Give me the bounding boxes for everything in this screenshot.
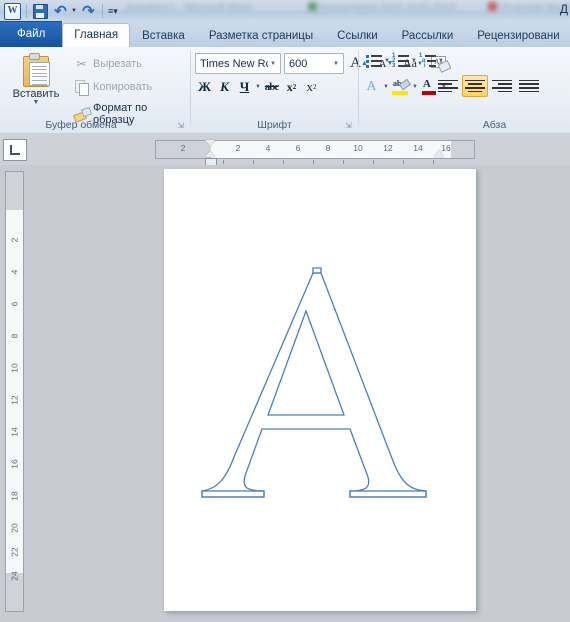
tab-stop-selector[interactable] xyxy=(3,139,27,161)
align-justify-button[interactable] xyxy=(516,75,542,97)
ribbon: Вставить ▼ ✂ Вырезать Копировать Формат … xyxy=(0,47,570,134)
copy-button[interactable]: Копировать xyxy=(74,79,153,96)
copy-label: Копировать xyxy=(93,80,153,93)
horizontal-ruler[interactable]: 2 2 4 6 8 10 12 14 16 xyxy=(155,140,475,166)
ruler-v-label: 6 xyxy=(9,301,20,307)
group-label-clipboard: Буфер обмена xyxy=(45,119,117,131)
align-right-button[interactable] xyxy=(489,75,515,97)
scissors-icon: ✂ xyxy=(76,56,87,71)
ruler-v-label: 22 xyxy=(9,547,20,557)
numbering-icon[interactable]: 1 2 3 xyxy=(392,53,409,69)
tab-mailings[interactable]: Рассылки xyxy=(390,24,466,47)
undo-icon[interactable]: ↶ xyxy=(52,3,69,20)
ruler-h-label: 8 xyxy=(325,143,331,153)
customize-qat-icon[interactable]: ≡▾ xyxy=(108,6,118,17)
divider xyxy=(101,4,103,18)
save-icon[interactable] xyxy=(32,3,49,20)
right-indent-marker[interactable] xyxy=(434,150,444,157)
chevron-down-icon[interactable]: ▼ xyxy=(8,99,64,106)
left-tab-icon xyxy=(10,145,20,155)
group-font: Times New Rc ▼ 600 ▼ A ▲ A ▼ Aa ▼ Aa Ж К… xyxy=(191,47,452,133)
clipboard-dialog-launcher-icon[interactable]: ⇲ xyxy=(177,121,184,130)
title-bar: W ↶ ▼ ↷ ≡▾ Документ1 - Microsoft Word Бу… xyxy=(0,0,570,23)
divider xyxy=(26,4,27,18)
document-page[interactable] xyxy=(164,169,476,611)
strikethrough-button[interactable]: abc xyxy=(262,77,281,97)
tab-file[interactable]: Файл xyxy=(0,21,63,47)
multilevel-list-dropdown-icon[interactable]: ▼ xyxy=(438,58,444,64)
copy-icon xyxy=(74,79,89,96)
tab-home[interactable]: Главная xyxy=(62,23,131,47)
hanging-indent-marker[interactable] xyxy=(205,151,215,157)
vertical-ruler[interactable]: 2 4 6 8 10 12 14 16 18 20 22 24 xyxy=(5,171,24,612)
superscript-button[interactable]: x2 xyxy=(302,77,321,97)
bullets-dropdown-icon[interactable]: ▼ xyxy=(384,58,390,64)
ruler-v-label: 12 xyxy=(9,395,20,405)
group-clipboard: Вставить ▼ ✂ Вырезать Копировать Формат … xyxy=(0,47,190,133)
underline-button[interactable]: Ч xyxy=(235,77,254,97)
ruler-h-label: 2 xyxy=(235,143,241,153)
group-paragraph: ▼ 1 2 3 ▼ 1 a i ▼ Абза xyxy=(359,47,570,133)
first-line-indent-marker[interactable] xyxy=(205,140,215,146)
font-dialog-launcher-icon[interactable]: ⇲ xyxy=(345,121,352,130)
subscript-button[interactable]: x2 xyxy=(282,77,301,97)
ruler-v-label: 20 xyxy=(9,523,20,533)
redo-icon[interactable]: ↷ xyxy=(80,3,97,20)
tab-references[interactable]: Ссылки xyxy=(325,24,390,47)
ruler-row: 2 2 4 6 8 10 12 14 16 xyxy=(0,133,570,166)
ruler-v-label: 14 xyxy=(9,427,20,437)
numbering-dropdown-icon[interactable]: ▼ xyxy=(411,58,417,64)
document-glyph-a[interactable] xyxy=(180,265,460,510)
ruler-v-label: 2 xyxy=(9,237,20,243)
ruler-h-label: 12 xyxy=(383,143,393,153)
group-label-font: Шрифт xyxy=(257,119,292,131)
font-size-combobox[interactable]: 600 ▼ xyxy=(284,53,344,74)
align-center-button[interactable] xyxy=(462,75,488,97)
multilevel-list-icon[interactable]: 1 a i xyxy=(419,53,436,69)
underline-dropdown-icon[interactable]: ▼ xyxy=(255,84,261,90)
ruler-h-label: 4 xyxy=(265,143,271,153)
align-left-button[interactable] xyxy=(435,75,461,97)
ruler-v-label: 16 xyxy=(9,459,20,469)
tab-insert[interactable]: Вставка xyxy=(130,24,197,47)
tab-review[interactable]: Рецензировани xyxy=(465,24,570,47)
document-canvas[interactable] xyxy=(28,165,570,622)
ruler-h-label: 10 xyxy=(353,143,363,153)
font-name-value: Times New Rc xyxy=(200,57,269,70)
ruler-v-label: 10 xyxy=(9,363,20,373)
title-bar-blurred-text: Документ1 - Microsoft Word Бухгалтерия 2… xyxy=(125,2,570,13)
ruler-v-label: 8 xyxy=(9,333,20,339)
tab-page-layout[interactable]: Разметка страницы xyxy=(197,24,325,47)
word-window: W ↶ ▼ ↷ ≡▾ Документ1 - Microsoft Word Бу… xyxy=(0,0,570,622)
bold-button[interactable]: Ж xyxy=(195,77,214,97)
ruler-h-label: 6 xyxy=(295,143,301,153)
word-icon[interactable]: W xyxy=(4,2,21,20)
ruler-v-label: 24 xyxy=(9,571,20,581)
chevron-down-icon[interactable]: ▼ xyxy=(268,61,278,67)
undo-dropdown-icon[interactable]: ▼ xyxy=(71,8,77,14)
quick-access-toolbar: W ↶ ▼ ↷ ≡▾ xyxy=(0,2,118,20)
ruler-v-label: 4 xyxy=(9,269,20,275)
cut-button[interactable]: ✂ Вырезать xyxy=(74,56,142,71)
paste-button[interactable]: Вставить ▼ xyxy=(8,53,64,106)
ruler-v-label: 18 xyxy=(9,491,20,501)
font-name-combobox[interactable]: Times New Rc ▼ xyxy=(195,53,281,74)
group-label-paragraph: Абза xyxy=(482,119,507,131)
bullets-icon[interactable] xyxy=(365,53,382,68)
paste-icon xyxy=(21,53,51,87)
ruler-h-label: 14 xyxy=(413,143,423,153)
font-size-value: 600 xyxy=(289,57,308,70)
italic-button[interactable]: К xyxy=(215,77,234,97)
ribbon-tab-strip: Файл Главная Вставка Разметка страницы С… xyxy=(0,21,570,48)
title-tail-text: Д xyxy=(559,2,568,16)
cut-label: Вырезать xyxy=(93,57,142,70)
ruler-h-label: 2 xyxy=(180,143,186,153)
chevron-down-icon[interactable]: ▼ xyxy=(331,61,341,67)
